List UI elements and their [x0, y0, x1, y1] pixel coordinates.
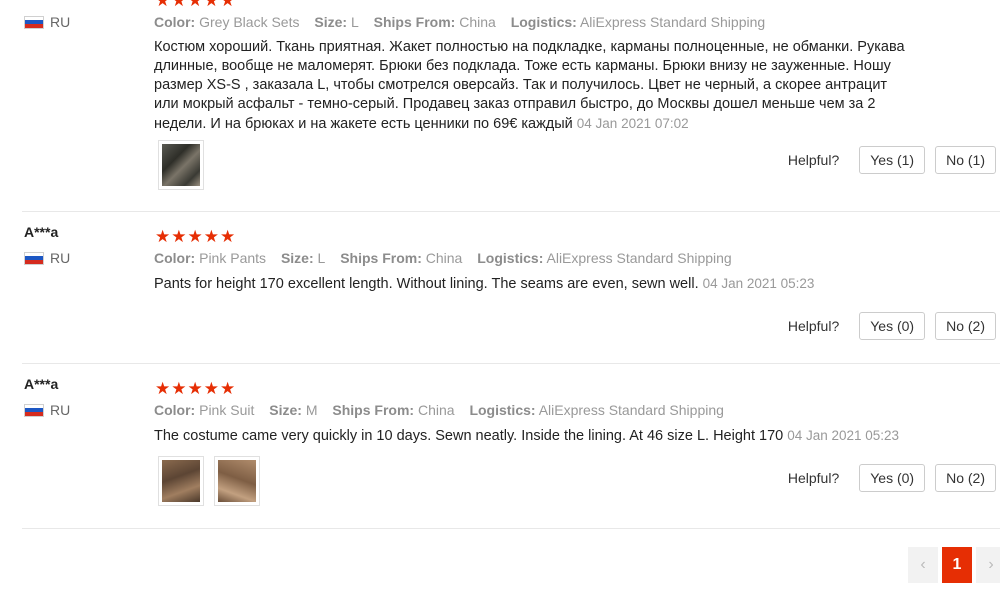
review-photos [158, 140, 204, 190]
helpful-no-button[interactable]: No (2) [935, 312, 996, 340]
review-attributes: Color: Grey Black Sets Size: L Ships Fro… [154, 14, 776, 30]
helpful-no-button[interactable]: No (1) [935, 146, 996, 174]
review-date: 04 Jan 2021 05:23 [702, 276, 815, 291]
country-code: RU [50, 14, 71, 30]
helpful-vote: Helpful? Yes (0) No (2) [788, 312, 996, 340]
review-attributes: Color: Pink Pants Size: L Ships From: Ch… [154, 250, 743, 266]
photo-image [218, 460, 256, 502]
helpful-vote: Helpful? Yes (0) No (2) [788, 464, 996, 492]
photo-image [162, 460, 200, 502]
review-text: The costume came very quickly in 10 days… [154, 426, 914, 446]
helpful-yes-button[interactable]: Yes (0) [859, 312, 926, 340]
reviewer-country: RU [24, 14, 70, 30]
helpful-yes-button[interactable]: Yes (0) [859, 464, 926, 492]
helpful-label: Helpful? [787, 152, 840, 168]
logistics-value: AliExpress Standard Shipping [538, 402, 724, 418]
pagination: ‹ 1 › [908, 547, 1000, 583]
country-code: RU [50, 250, 71, 266]
country-code: RU [50, 402, 71, 418]
color-value: Pink Suit [199, 402, 255, 418]
review-divider [22, 211, 1000, 212]
review-photo-thumbnail[interactable] [158, 140, 204, 190]
helpful-vote: Helpful? Yes (1) No (1) [788, 146, 996, 174]
size-label: Size: [314, 14, 348, 30]
ships-from-label: Ships From: [332, 402, 415, 418]
review-date: 04 Jan 2021 05:23 [787, 428, 900, 443]
page-1-button[interactable]: 1 [942, 547, 972, 583]
review-body: Pants for height 170 excellent length. W… [154, 276, 699, 292]
color-label: Color: [154, 250, 196, 266]
star-rating: ★★★★★ [155, 0, 237, 10]
size-label: Size: [269, 402, 302, 418]
helpful-no-button[interactable]: No (2) [935, 464, 996, 492]
review-divider [22, 528, 1000, 529]
color-label: Color: [154, 402, 196, 418]
review-divider [22, 363, 1000, 364]
ships-from-value: China [417, 402, 455, 418]
prev-page-button[interactable]: ‹ [908, 547, 938, 583]
color-label: Color: [154, 14, 196, 30]
reviewer-name: A***a [24, 376, 59, 392]
logistics-label: Logistics: [469, 402, 536, 418]
logistics-label: Logistics: [477, 250, 544, 266]
review-photo-thumbnail[interactable] [158, 456, 204, 506]
helpful-label: Helpful? [787, 318, 840, 334]
review-attributes: Color: Pink Suit Size: M Ships From: Chi… [154, 402, 735, 418]
star-rating: ★★★★★ [155, 227, 237, 246]
logistics-value: AliExpress Standard Shipping [546, 250, 732, 266]
russia-flag-icon [24, 251, 44, 265]
helpful-label: Helpful? [787, 470, 840, 486]
ships-from-value: China [425, 250, 463, 266]
star-rating: ★★★★★ [155, 379, 237, 398]
ships-from-label: Ships From: [340, 250, 422, 266]
next-page-button[interactable]: › [976, 547, 1000, 583]
size-value: M [305, 402, 318, 418]
russia-flag-icon [24, 403, 44, 417]
review-body: The costume came very quickly in 10 days… [154, 428, 784, 444]
helpful-yes-button[interactable]: Yes (1) [859, 146, 926, 174]
ships-from-value: China [459, 14, 496, 30]
color-value: Grey Black Sets [199, 14, 300, 30]
logistics-label: Logistics: [510, 14, 577, 30]
logistics-value: AliExpress Standard Shipping [579, 14, 766, 30]
color-value: Pink Pants [199, 250, 267, 266]
size-value: L [317, 250, 326, 266]
reviewer-country: RU [24, 250, 70, 266]
reviewer-name: A***a [24, 224, 59, 240]
size-value: L [350, 14, 359, 30]
size-label: Size: [280, 250, 314, 266]
ships-from-label: Ships From: [373, 14, 456, 30]
review-photo-thumbnail[interactable] [214, 456, 260, 506]
photo-image [162, 144, 200, 186]
review-text: Костюм хороший. Ткань приятная. Жакет по… [154, 38, 914, 134]
review-date: 04 Jan 2021 07:02 [576, 116, 689, 131]
russia-flag-icon [24, 15, 44, 29]
reviewer-country: RU [24, 402, 70, 418]
review-text: Pants for height 170 excellent length. W… [154, 274, 914, 294]
review-photos [158, 456, 260, 506]
review-body: Костюм хороший. Ткань приятная. Жакет по… [154, 39, 905, 132]
